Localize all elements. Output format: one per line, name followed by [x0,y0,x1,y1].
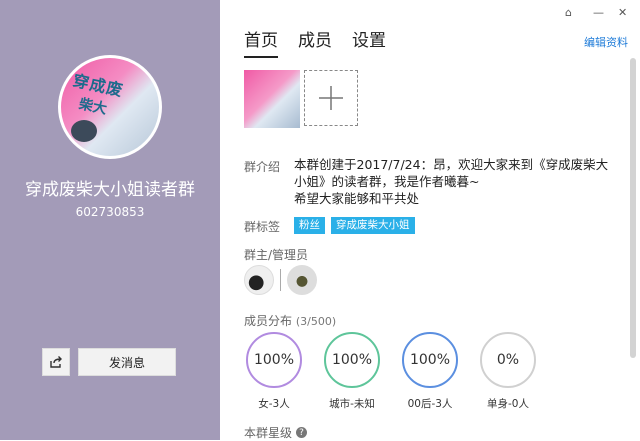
tab-bar: 首页 成员 设置 [244,26,386,58]
share-button[interactable] [42,348,70,376]
send-message-button[interactable]: 发消息 [78,348,176,376]
distribution-item[interactable]: 100% 00后-3人 [400,332,460,411]
help-icon[interactable]: ? [296,427,308,438]
tags-label: 群标签 [244,220,281,234]
divider [280,269,281,291]
tab-home[interactable]: 首页 [244,26,278,58]
main-panel: ⌂ — ✕ 首页 成员 设置 编辑资料 群介绍 本群创建于2017/7/24：昂… [220,0,640,440]
avatar-image: 穿成废 柴大 [61,58,159,156]
avatar-heart-shape [71,120,97,142]
tag-item[interactable]: 粉丝 [294,217,325,234]
distribution-item-label: 00后-3人 [407,398,453,410]
distribution-item[interactable]: 100% 城市-未知 [322,332,382,411]
owner-avatar[interactable] [244,265,274,295]
plus-icon [319,86,343,110]
share-icon [50,356,62,368]
group-id: 602730853 [75,205,145,219]
distribution-title: 成员分布 [244,314,293,328]
tag-item[interactable]: 穿成废柴大小姐 [331,217,415,234]
avatar-text-1: 穿成废 [71,70,126,101]
distribution-item[interactable]: 100% 女-3人 [244,332,304,411]
group-name: 穿成废柴大小姐读者群 [25,180,195,200]
tab-members[interactable]: 成员 [298,26,332,58]
home-icon[interactable]: ⌂ [565,6,572,19]
member-count: (3/500) [295,315,337,328]
distribution-ring: 100% [246,332,302,388]
distribution-item[interactable]: 0% 单身-0人 [478,332,538,411]
minimize-icon[interactable]: — [593,6,604,19]
group-level: 本群星级 ? [244,424,308,441]
intro-text: 本群创建于2017/7/24：昂，欢迎大家来到《穿成废柴大小姐》的读者群，我是作… [294,157,609,206]
tab-settings[interactable]: 设置 [352,26,386,58]
group-level-label: 本群星级 [244,426,293,440]
intro-label: 群介绍 [244,160,281,174]
admin-list [244,265,317,295]
tag-list: 粉丝 穿成废柴大小姐 [294,217,415,234]
close-icon[interactable]: ✕ [618,6,627,19]
edit-profile-link[interactable]: 编辑资料 [584,34,628,50]
distribution-ring: 0% [480,332,536,388]
group-avatar[interactable]: 穿成废 柴大 [58,55,162,159]
distribution-rings: 100% 女-3人 100% 城市-未知 100% 00后-3人 0% 单身-0… [244,332,538,411]
album-cover[interactable] [244,70,300,128]
distribution-ring: 100% [324,332,380,388]
scrollbar[interactable] [630,58,636,358]
distribution-item-label: 城市-未知 [329,398,375,410]
admins-label: 群主/管理员 [244,248,309,262]
distribution-ring: 100% [402,332,458,388]
admin-avatar[interactable] [287,265,317,295]
distribution-item-label: 单身-0人 [487,398,529,410]
add-photo-button[interactable] [304,70,358,126]
distribution-label: 成员分布 (3/500) [244,312,336,329]
profile-sidebar: 穿成废 柴大 穿成废柴大小姐读者群 602730853 发消息 [0,0,220,440]
distribution-item-label: 女-3人 [258,398,290,410]
